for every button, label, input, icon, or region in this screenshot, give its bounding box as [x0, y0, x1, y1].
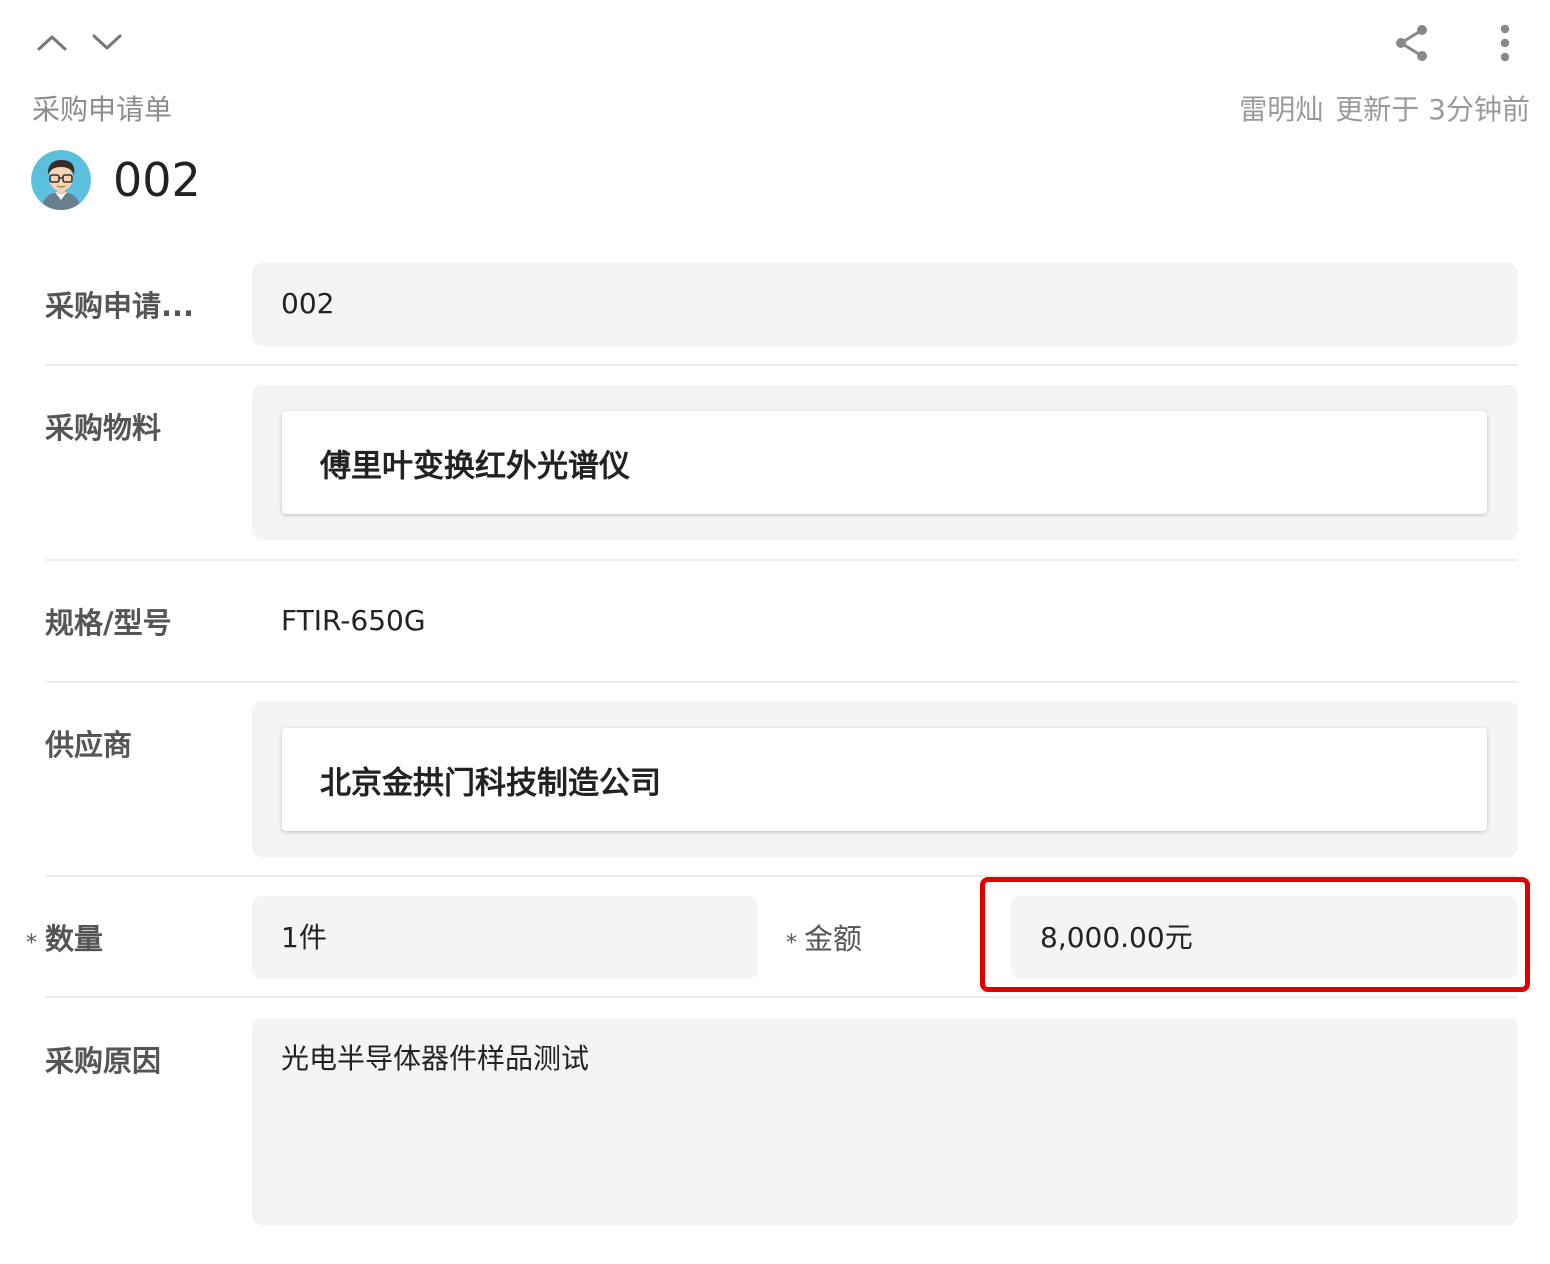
- divider: [45, 559, 1518, 561]
- quantity-field[interactable]: 1件: [252, 896, 758, 979]
- chevron-down-icon: [92, 34, 122, 50]
- divider: [45, 364, 1518, 366]
- request-no-field[interactable]: 002: [252, 263, 1518, 346]
- spec-value: FTIR-650G: [281, 604, 426, 637]
- share-icon: [1396, 25, 1427, 61]
- avatar: [31, 150, 91, 210]
- updated-time: 更新于 3分钟前: [1335, 93, 1530, 126]
- request-no-value: 002: [281, 287, 335, 320]
- amount-field[interactable]: 8,000.00元: [1011, 896, 1518, 979]
- more-button[interactable]: [1484, 20, 1526, 66]
- chevron-up-icon: [37, 35, 67, 51]
- material-label: 采购物料: [45, 411, 162, 445]
- share-button[interactable]: [1388, 20, 1434, 66]
- next-record-button[interactable]: [85, 22, 129, 62]
- supplier-field: 北京金拱门科技制造公司: [252, 701, 1518, 857]
- update-info: 雷明灿 更新于 3分钟前: [1239, 90, 1530, 130]
- divider: [45, 681, 1518, 683]
- user-avatar-icon: [31, 150, 91, 210]
- supplier-record-card[interactable]: 北京金拱门科技制造公司: [282, 728, 1487, 831]
- form-type-title: 采购申请单: [32, 93, 173, 126]
- reason-value: 光电半导体器件样品测试: [281, 1042, 590, 1075]
- record-title: 002: [113, 153, 201, 207]
- more-vertical-icon: [1500, 24, 1510, 62]
- amount-required-mark: *: [786, 931, 797, 956]
- divider: [45, 996, 1518, 998]
- reason-field[interactable]: 光电半导体器件样品测试: [252, 1018, 1518, 1225]
- amount-label: 金额: [804, 922, 863, 956]
- amount-value: 8,000.00元: [1040, 921, 1193, 954]
- spec-label: 规格/型号: [45, 606, 172, 640]
- supplier-value: 北京金拱门科技制造公司: [320, 765, 661, 801]
- supplier-label: 供应商: [45, 728, 133, 762]
- updated-by: 雷明灿: [1239, 93, 1324, 126]
- material-value: 傅里叶变换红外光谱仪: [320, 448, 630, 484]
- quantity-value: 1件: [281, 921, 327, 954]
- quantity-label: 数量: [45, 922, 104, 956]
- request-no-label: 采购申请...: [45, 289, 195, 323]
- reason-label: 采购原因: [45, 1044, 162, 1078]
- material-field: 傅里叶变换红外光谱仪: [252, 385, 1518, 540]
- divider: [45, 875, 1518, 877]
- material-record-card[interactable]: 傅里叶变换红外光谱仪: [282, 411, 1487, 514]
- quantity-required-mark: *: [26, 931, 37, 956]
- previous-record-button[interactable]: [30, 22, 74, 62]
